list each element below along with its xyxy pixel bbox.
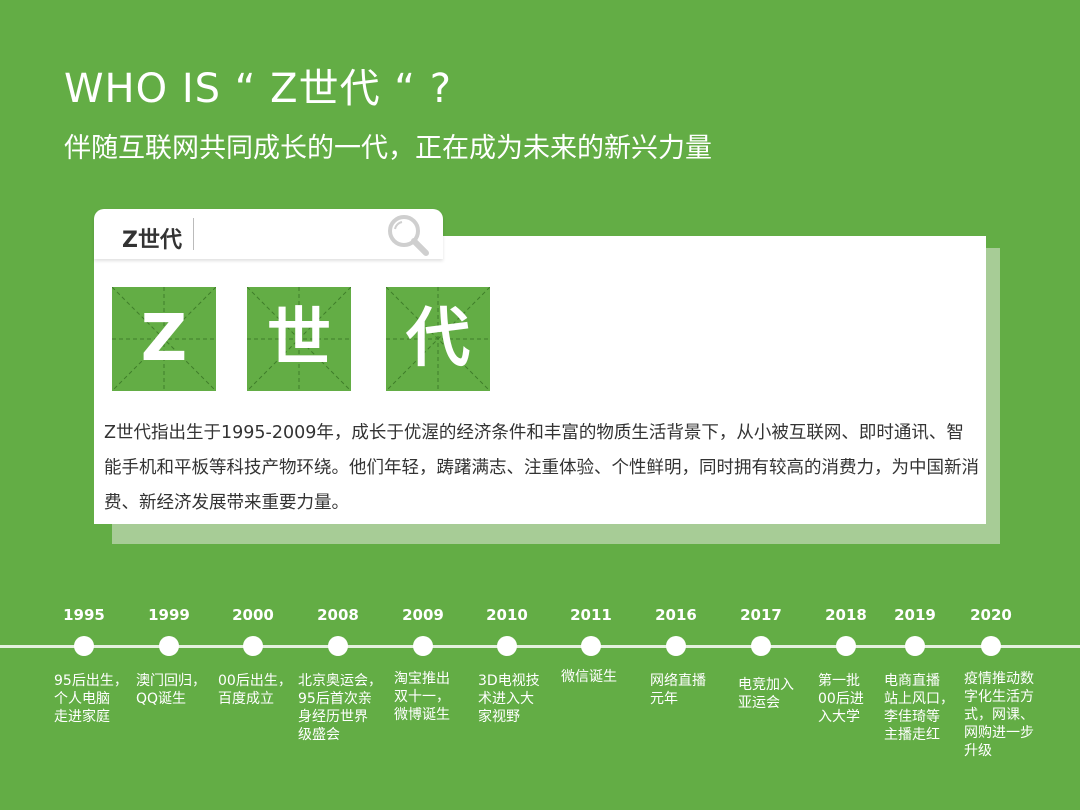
glyph-box-z: Z bbox=[112, 287, 216, 391]
timeline-year: 1995 bbox=[63, 606, 105, 624]
timeline-dot bbox=[666, 636, 686, 656]
timeline-year: 2020 bbox=[970, 606, 1012, 624]
timeline-year: 2000 bbox=[232, 606, 274, 624]
timeline-year: 2010 bbox=[486, 606, 528, 624]
timeline-event: 北京奥运会， 95后首次亲 身经历世界 级盛会 bbox=[298, 673, 382, 743]
timeline-dot bbox=[243, 636, 263, 656]
timeline-event: 第一批 00后进 入大学 bbox=[818, 673, 864, 725]
glyph-char: Z bbox=[140, 302, 188, 376]
glyph-char: 世 bbox=[267, 302, 331, 376]
timeline-event: 3D电视技 术进入大 家视野 bbox=[478, 673, 540, 725]
timeline-dot bbox=[581, 636, 601, 656]
timeline-event: 电商直播 站上风口， 李佳琦等 主播走红 bbox=[884, 673, 954, 743]
timeline-event: 微信诞生 bbox=[561, 669, 617, 685]
timeline-dot bbox=[413, 636, 433, 656]
timeline-event: 疫情推动数 字化生活方 式，网课、 网购进一步 升级 bbox=[964, 671, 1034, 759]
timeline-year: 2011 bbox=[570, 606, 612, 624]
timeline-year: 2017 bbox=[740, 606, 782, 624]
timeline-event: 00后出生， 百度成立 bbox=[218, 673, 292, 707]
timeline-dot bbox=[159, 636, 179, 656]
timeline-dot bbox=[497, 636, 517, 656]
timeline-event: 澳门回归， QQ诞生 bbox=[136, 673, 206, 707]
timeline-dot bbox=[751, 636, 771, 656]
glyph-char: 代 bbox=[406, 302, 470, 376]
timeline-dot bbox=[905, 636, 925, 656]
timeline-year: 2008 bbox=[317, 606, 359, 624]
timeline-dot bbox=[328, 636, 348, 656]
timeline-year: 2009 bbox=[402, 606, 444, 624]
definition-text: Z世代指出生于1995-2009年，成长于优渥的经济条件和丰富的物质生活背景下，… bbox=[104, 423, 979, 513]
timeline-year: 2018 bbox=[825, 606, 867, 624]
timeline-dot bbox=[981, 636, 1001, 656]
search-divider bbox=[193, 218, 194, 250]
glyph-box-dai: 代 bbox=[386, 287, 490, 391]
timeline-event: 网络直播 元年 bbox=[650, 673, 706, 707]
glyph-box-shi: 世 bbox=[247, 287, 351, 391]
timeline-event: 电竞加入 亚运会 bbox=[738, 677, 794, 711]
timeline-dot bbox=[74, 636, 94, 656]
page-title: WHO IS “ Z世代 “ ? bbox=[64, 66, 452, 112]
timeline-dot bbox=[836, 636, 856, 656]
search-term[interactable]: Z世代 bbox=[122, 222, 182, 254]
search-icon[interactable] bbox=[384, 212, 432, 258]
page-subtitle: 伴随互联网共同成长的一代，正在成为未来的新兴力量 bbox=[64, 133, 712, 164]
timeline-year: 1999 bbox=[148, 606, 190, 624]
timeline-event: 95后出生， 个人电脑 走进家庭 bbox=[54, 673, 128, 725]
timeline-event: 淘宝推出 双十一， 微博诞生 bbox=[394, 671, 450, 723]
timeline-year: 2016 bbox=[655, 606, 697, 624]
timeline-year: 2019 bbox=[894, 606, 936, 624]
